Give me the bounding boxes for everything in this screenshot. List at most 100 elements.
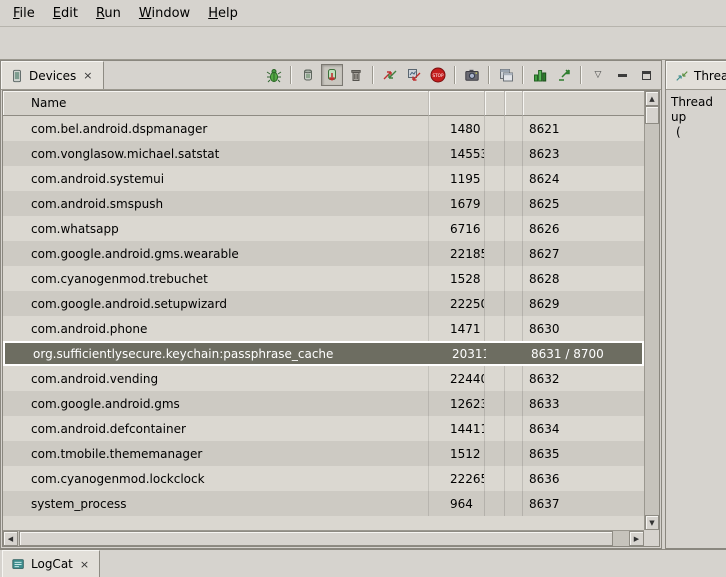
devices-tab-close-icon[interactable]: × [81,69,94,82]
tab-logcat[interactable]: LogCat × [2,550,100,577]
update-heap-icon[interactable] [297,64,319,86]
debug-process-icon[interactable] [263,64,285,86]
empty-cell [485,291,505,316]
table-row[interactable]: com.whatsapp 6716 8626 [3,216,644,241]
table-row[interactable]: com.android.defcontainer 14411 8634 [3,416,644,441]
toolbar-separator [580,66,582,84]
process-name: com.cyanogenmod.lockclock [3,466,429,491]
menu-window[interactable]: Window [130,2,199,25]
empty-cell [505,291,523,316]
table-row[interactable]: com.google.android.setupwizard 22250 862… [3,291,644,316]
scroll-left-icon[interactable]: ◀ [3,531,18,546]
logcat-tab-close-icon[interactable]: × [78,558,91,571]
ddms-window: File Edit Run Window Help Devices × [0,0,726,577]
table-row[interactable]: com.android.phone 1471 8630 [3,316,644,341]
stop-process-icon[interactable]: STOP [427,64,449,86]
threads-tab-icon [675,69,689,83]
column-header-pid [429,91,485,116]
toolbar-separator [372,66,374,84]
empty-cell [505,241,523,266]
menu-help[interactable]: Help [199,2,247,25]
empty-cell [505,141,523,166]
empty-cell [485,216,505,241]
process-name: com.whatsapp [3,216,429,241]
process-port: 8632 [523,366,644,391]
table-row[interactable]: com.cyanogenmod.lockclock 22265 8636 [3,466,644,491]
process-port: 8627 [523,241,644,266]
toolbar-separator [522,66,524,84]
process-pid: 22250 [429,291,485,316]
empty-cell [505,266,523,291]
maximize-icon[interactable] [635,64,657,86]
empty-cell [485,441,505,466]
vertical-scrollbar[interactable]: ▲ ▼ [644,91,659,530]
menu-bar: File Edit Run Window Help [0,0,726,26]
thread-updates-icon[interactable] [529,64,551,86]
table-row[interactable]: com.cyanogenmod.trebuchet 1528 8628 [3,266,644,291]
table-row[interactable]: com.android.smspush 1679 8625 [3,191,644,216]
minimize-icon[interactable] [611,64,633,86]
scroll-right-icon[interactable]: ▶ [629,531,644,546]
process-name: com.google.android.setupwizard [3,291,429,316]
empty-cell [505,166,523,191]
view-menu-icon[interactable]: ▽ [587,64,609,86]
process-port: 8635 [523,441,644,466]
empty-cell [485,166,505,191]
scroll-up-icon[interactable]: ▲ [645,91,659,106]
table-row[interactable]: com.android.systemui 1195 8624 [3,166,644,191]
update-threads-icon[interactable] [379,64,401,86]
dump-hprof-icon[interactable] [321,64,343,86]
process-port: 8631 / 8700 [525,343,642,364]
process-name: com.android.phone [3,316,429,341]
table-row[interactable]: com.google.android.gms.wearable 22185 86… [3,241,644,266]
empty-cell [485,241,505,266]
table-row[interactable]: com.vonglasow.michael.satstat 14553 8623 [3,141,644,166]
empty-cell [505,366,523,391]
table-row[interactable]: com.bel.android.dspmanager 1480 8621 [3,116,644,141]
process-pid: 1480 [429,116,485,141]
process-port: 8636 [523,466,644,491]
menu-edit[interactable]: Edit [44,2,87,25]
cause-gc-icon[interactable] [345,64,367,86]
process-port: 8628 [523,266,644,291]
scroll-down-icon[interactable]: ▼ [645,515,659,530]
heap-updates-icon[interactable] [553,64,575,86]
process-port: 8629 [523,291,644,316]
main-area: Devices × [0,60,726,549]
empty-cell [487,343,507,364]
view-hierarchy-icon[interactable] [495,64,517,86]
process-port: 8623 [523,141,644,166]
menu-file[interactable]: File [4,2,44,25]
horizontal-scrollbar[interactable]: ◀ ▶ [3,530,644,546]
tab-devices[interactable]: Devices × [1,61,104,89]
screen-capture-icon[interactable] [461,64,483,86]
empty-cell [505,191,523,216]
process-pid: 14411 [429,416,485,441]
table-row[interactable]: org.sufficientlysecure.keychain:passphra… [3,341,644,366]
toolbar-separator [290,66,292,84]
empty-cell [485,141,505,166]
empty-cell [505,441,523,466]
empty-cell [505,216,523,241]
horizontal-scroll-thumb[interactable] [19,531,613,546]
table-header: Name [3,91,644,116]
process-name: com.tmobile.thememanager [3,441,429,466]
process-name: com.android.smspush [3,191,429,216]
empty-cell [485,366,505,391]
column-header-blank2 [505,91,523,116]
process-name: org.sufficientlysecure.keychain:passphra… [5,343,431,364]
process-pid: 1471 [429,316,485,341]
process-pid: 12623 [429,391,485,416]
process-pid: 14553 [429,141,485,166]
empty-cell [505,316,523,341]
menu-run[interactable]: Run [87,2,130,25]
tab-threads[interactable]: Threads [666,61,726,89]
table-row[interactable]: com.android.vending 22440 8632 [3,366,644,391]
method-profiling-icon[interactable] [403,64,425,86]
vertical-scroll-thumb[interactable] [645,106,659,124]
table-row[interactable]: com.google.android.gms 12623 8633 [3,391,644,416]
process-table: Name com.bel.android.dspmanager 1480 862… [2,90,660,547]
table-row[interactable]: com.tmobile.thememanager 1512 8635 [3,441,644,466]
process-pid: 22265 [429,466,485,491]
table-row[interactable]: system_process 964 8637 [3,491,644,516]
